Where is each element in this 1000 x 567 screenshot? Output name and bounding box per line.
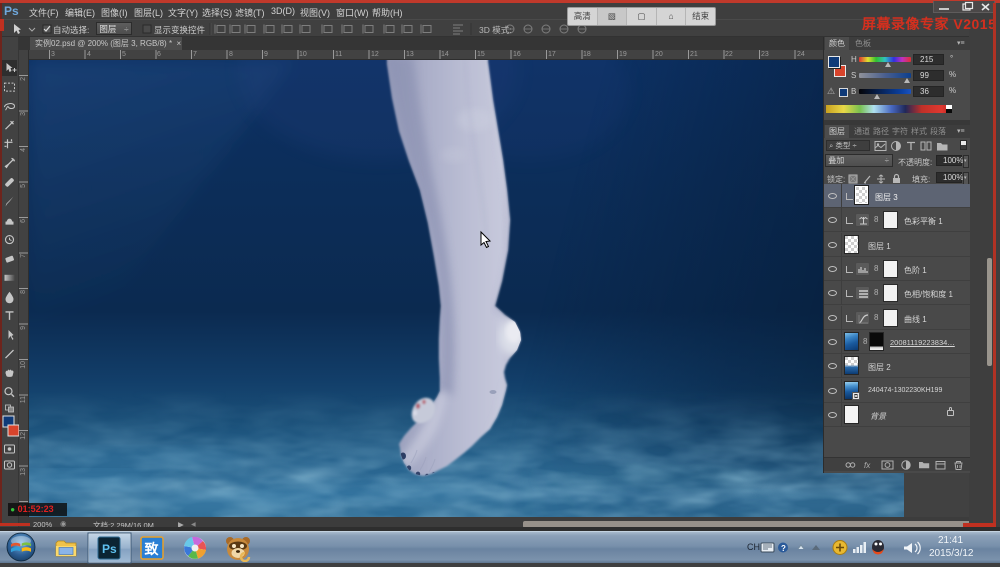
svg-text:Ps: Ps [102,542,117,556]
svg-text:致: 致 [145,541,160,557]
svg-text:fx: fx [864,461,871,470]
svg-text:?: ? [781,544,786,553]
